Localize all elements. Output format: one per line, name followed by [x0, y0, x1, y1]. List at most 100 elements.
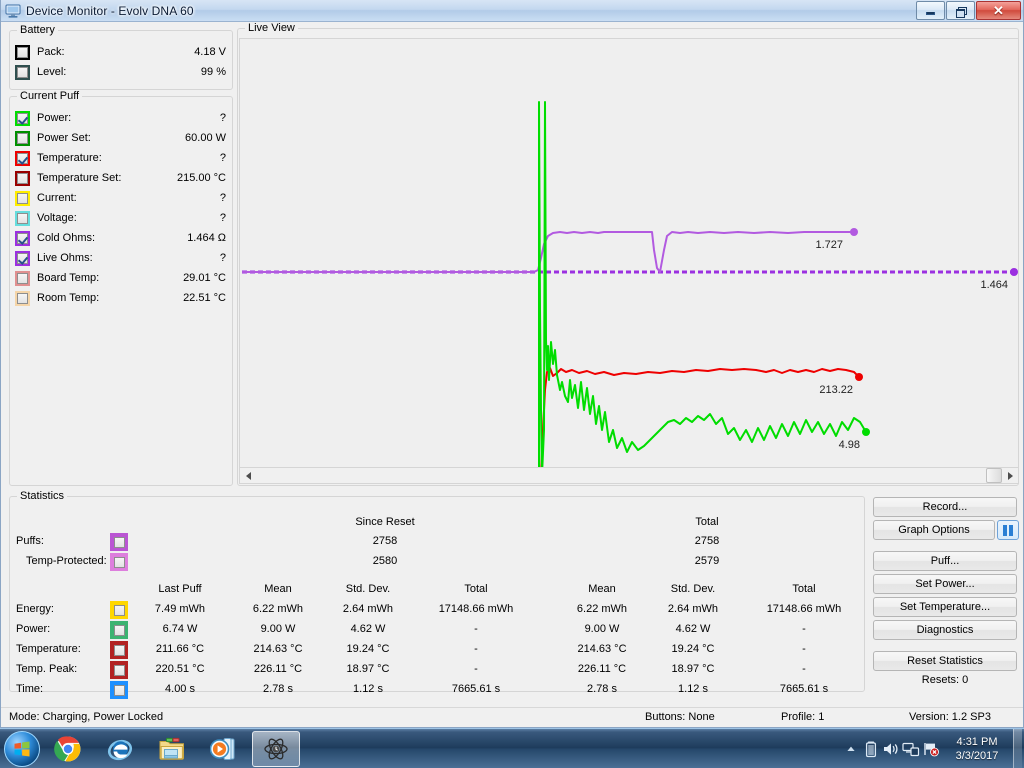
checkbox-checked-icon	[17, 233, 28, 244]
series-color-checkbox[interactable]	[15, 191, 30, 206]
checkbox-unchecked-icon	[114, 665, 125, 676]
series-color-checkbox[interactable]	[15, 111, 30, 126]
checkbox-unchecked-icon	[17, 133, 28, 144]
reading-label: Live Ohms:	[37, 252, 93, 264]
live-chart[interactable]: 1.7271.464213.224.98	[239, 38, 1019, 473]
chrome-icon[interactable]	[44, 731, 92, 767]
clock[interactable]: 4:31 PM 3/3/2017	[941, 729, 1013, 768]
action-center-flag-icon[interactable]	[921, 731, 941, 767]
chart-value-label: 1.464	[980, 279, 1008, 291]
reading-label: Pack:	[37, 46, 65, 58]
volume-icon[interactable]	[881, 731, 901, 767]
record-button[interactable]: Record...	[873, 497, 1017, 517]
chart-series-live-ohms	[242, 232, 854, 272]
reading-value: 4.18 V	[194, 46, 226, 58]
series-color-checkbox[interactable]	[15, 65, 30, 80]
reset-statistics-button[interactable]: Reset Statistics	[873, 651, 1017, 671]
reading-value: 215.00 °C	[177, 172, 226, 184]
series-color-checkbox[interactable]	[110, 553, 128, 571]
stats-cell: 2758	[325, 535, 445, 547]
stats-cell: -	[749, 663, 859, 675]
battery-group: Battery Pack:4.18 VLevel:99 %	[9, 30, 233, 90]
reading-row: Cold Ohms:1.464 Ω	[15, 228, 232, 248]
file-explorer-icon[interactable]	[148, 731, 196, 767]
stats-cell: 2.64 mWh	[638, 603, 748, 615]
checkbox-checked-icon	[17, 153, 28, 164]
series-color-checkbox[interactable]	[15, 291, 30, 306]
reading-label: Board Temp:	[37, 272, 99, 284]
series-color-checkbox[interactable]	[15, 171, 30, 186]
stats-column-header: Std. Dev.	[638, 583, 748, 595]
series-color-checkbox[interactable]	[15, 151, 30, 166]
statistics-group: Statistics Since ResetTotalPuffs:2758275…	[9, 496, 865, 692]
scrollbar-track[interactable]	[256, 468, 1002, 483]
scroll-left-button[interactable]	[240, 468, 256, 483]
stats-group-header: Since Reset	[325, 516, 445, 528]
scrollbar-thumb[interactable]	[986, 468, 1002, 483]
stats-cell: 18.97 °C	[313, 663, 423, 675]
checkbox-unchecked-icon	[17, 213, 28, 224]
chart-value-label: 1.727	[815, 239, 843, 251]
graph-options-button[interactable]: Graph Options	[873, 520, 995, 540]
pause-icon[interactable]	[997, 520, 1019, 540]
live-view-legend: Live View	[245, 22, 298, 34]
status-mode: Mode: Charging, Power Locked	[9, 711, 163, 723]
close-button[interactable]: ✕	[976, 1, 1021, 20]
chart-series-temperature	[541, 368, 859, 473]
puff-button[interactable]: Puff...	[873, 551, 1017, 571]
current-puff-group-legend: Current Puff	[17, 90, 82, 102]
checkbox-unchecked-icon	[114, 625, 125, 636]
series-color-checkbox[interactable]	[15, 45, 30, 60]
series-color-checkbox[interactable]	[15, 211, 30, 226]
status-buttons: Buttons: None	[645, 711, 715, 723]
reading-row: Voltage:?	[15, 208, 232, 228]
checkbox-checked-icon	[17, 253, 28, 264]
set-temperature-button[interactable]: Set Temperature...	[873, 597, 1017, 617]
start-orb-icon[interactable]	[4, 731, 40, 767]
chart-horizontal-scrollbar[interactable]	[239, 467, 1019, 484]
reading-label: Power:	[37, 112, 71, 124]
title-bar: Device Monitor - Evolv DNA 60 ✕	[1, 0, 1023, 22]
application-window: Device Monitor - Evolv DNA 60 ✕ Battery …	[0, 0, 1024, 728]
media-player-icon[interactable]	[200, 731, 248, 767]
reading-value: ?	[220, 252, 226, 264]
checkbox-unchecked-icon	[17, 193, 28, 204]
stats-cell: 7.49 mWh	[125, 603, 235, 615]
series-color-checkbox[interactable]	[15, 131, 30, 146]
stats-row-label: Temperature:	[16, 643, 81, 655]
show-desktop-button[interactable]	[1013, 729, 1022, 768]
stats-row-label: Power:	[16, 623, 50, 635]
chart-canvas: 1.7271.464213.224.98	[240, 39, 1019, 473]
reading-value: 60.00 W	[185, 132, 226, 144]
minimize-button[interactable]	[916, 1, 945, 20]
stats-cell: -	[421, 663, 531, 675]
reading-value: 22.51 °C	[183, 292, 226, 304]
chart-value-label: 4.98	[839, 439, 860, 451]
system-tray: 4:31 PM 3/3/2017	[841, 729, 1024, 768]
show-hidden-icons-arrow[interactable]	[841, 731, 861, 767]
device-monitor-icon[interactable]	[252, 731, 300, 767]
stats-column-header: Total	[749, 583, 859, 595]
minimize-icon	[926, 12, 935, 15]
reading-label: Temperature Set:	[37, 172, 121, 184]
checkbox-unchecked-icon	[114, 537, 125, 548]
checkbox-checked-icon	[17, 113, 28, 124]
stats-cell: -	[749, 643, 859, 655]
stats-cell: -	[749, 623, 859, 635]
battery-icon[interactable]	[861, 731, 881, 767]
reading-value: ?	[220, 152, 226, 164]
reading-row: Power Set:60.00 W	[15, 128, 232, 148]
chart-endpoint-marker	[855, 373, 863, 381]
internet-explorer-icon[interactable]	[96, 731, 144, 767]
scroll-right-button[interactable]	[1002, 468, 1018, 483]
set-power-button[interactable]: Set Power...	[873, 574, 1017, 594]
checkbox-unchecked-icon	[114, 645, 125, 656]
series-color-checkbox[interactable]	[15, 251, 30, 266]
series-color-checkbox[interactable]	[110, 533, 128, 551]
network-icon[interactable]	[901, 731, 921, 767]
stats-cell: 1.12 s	[313, 683, 423, 695]
diagnostics-button[interactable]: Diagnostics	[873, 620, 1017, 640]
maximize-button[interactable]	[946, 1, 975, 20]
series-color-checkbox[interactable]	[15, 271, 30, 286]
series-color-checkbox[interactable]	[15, 231, 30, 246]
